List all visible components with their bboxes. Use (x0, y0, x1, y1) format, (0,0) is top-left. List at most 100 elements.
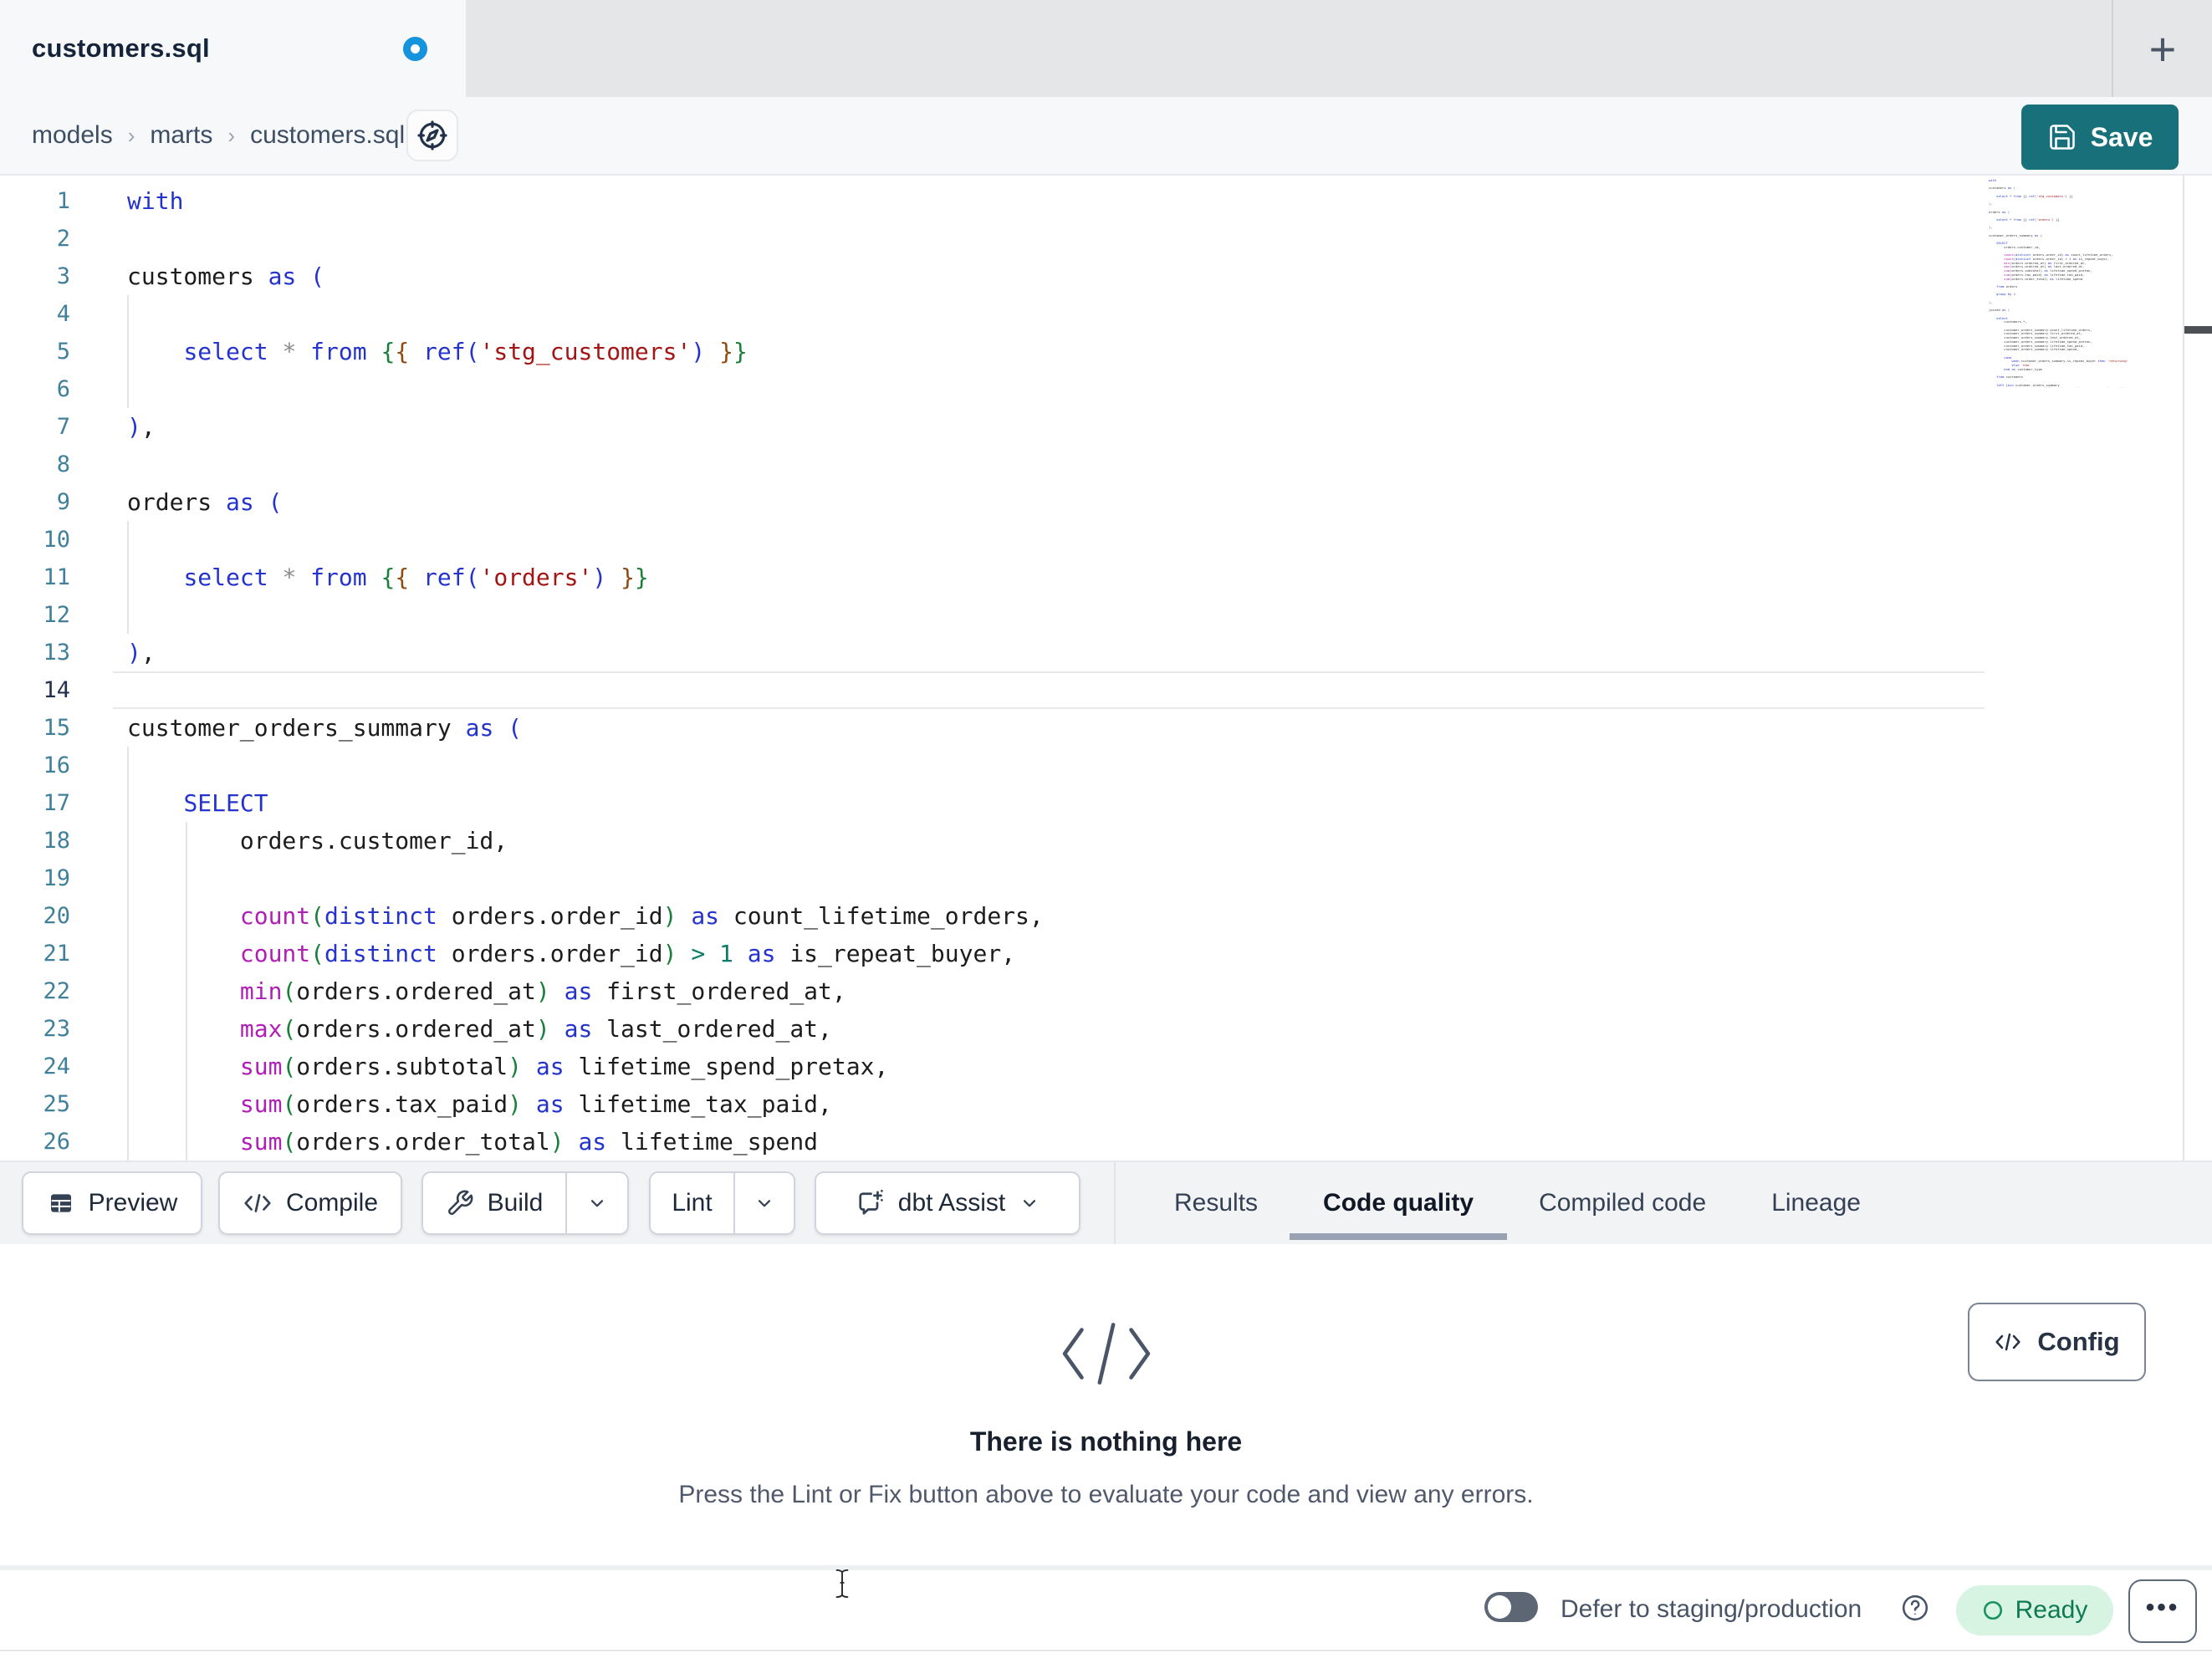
breadcrumb-marts[interactable]: marts (150, 121, 212, 150)
line-number: 16 (43, 753, 70, 778)
line-number: 17 (43, 790, 70, 816)
code-editor[interactable]: 1 with 2 3 customers as (4 5 select * from {{… (0, 176, 2212, 1161)
build-button[interactable]: Build (423, 1173, 565, 1233)
editor-line-17[interactable]: 17 SELECT (0, 784, 2212, 822)
indent-guide (186, 822, 187, 1161)
editor-minimap[interactable]: with customers as ( select * from {{ ref… (1989, 179, 2179, 388)
compass-button[interactable] (406, 110, 458, 161)
compile-button[interactable]: Compile (218, 1171, 402, 1235)
wrench-icon (447, 1190, 473, 1215)
plus-icon: + (2148, 22, 2177, 75)
panel-tabs: Results Code quality Compiled code Linea… (1174, 1162, 1861, 1244)
editor-line-20[interactable]: 20 count(distinct orders.order_id) as co… (0, 897, 2212, 935)
line-number: 24 (43, 1054, 70, 1079)
breadcrumb-row: models › marts › customers.sql Save (0, 97, 2212, 176)
editor-line-22[interactable]: 22 min(orders.ordered_at) as first_order… (0, 972, 2212, 1010)
tab-code-quality[interactable]: Code quality (1290, 1189, 1508, 1240)
editor-line-11[interactable]: 11 select * from {{ ref('orders') }} (0, 559, 2212, 596)
tab-compiled-code[interactable]: Compiled code (1539, 1189, 1706, 1217)
line-number: 15 (43, 715, 70, 741)
breadcrumb-file: customers.sql (250, 121, 406, 149)
editor-line-5[interactable]: 5 select * from {{ ref('stg_customers') … (0, 333, 2212, 370)
line-number: 7 (56, 414, 70, 440)
indent-guide (127, 747, 129, 1161)
chevron-right-icon: › (227, 122, 236, 148)
line-number: 21 (43, 941, 70, 967)
editor-line-19[interactable]: 19 (0, 860, 2212, 897)
empty-state: There is nothing here Press the Lint or … (0, 1244, 2212, 1565)
save-button[interactable]: Save (2021, 105, 2179, 170)
breadcrumb: models › marts › customers.sql (32, 97, 405, 174)
editor-line-16[interactable]: 16 (0, 747, 2212, 784)
status-badge-ready: Ready (1956, 1585, 2113, 1635)
minimap-separator (2183, 176, 2184, 1161)
line-number: 23 (43, 1016, 70, 1042)
new-tab-button[interactable]: + (2123, 7, 2203, 90)
editor-line-21[interactable]: 21 count(distinct orders.order_id) > 1 a… (0, 935, 2212, 972)
editor-line-2[interactable]: 2 (0, 220, 2212, 258)
editor-line-14[interactable]: 14 (0, 671, 2212, 709)
editor-line-18[interactable]: 18 orders.customer_id, (0, 822, 2212, 860)
tab-lineage[interactable]: Lineage (1771, 1189, 1861, 1217)
editor-line-4[interactable]: 4 (0, 295, 2212, 333)
line-number: 20 (43, 903, 70, 929)
line-number: 11 (43, 564, 70, 590)
line-number: 14 (43, 677, 70, 703)
code-icon (1995, 1333, 2020, 1351)
editor-line-6[interactable]: 6 (0, 370, 2212, 408)
line-number: 25 (43, 1091, 70, 1117)
line-number: 6 (56, 376, 70, 402)
editor-line-7[interactable]: 7), (0, 408, 2212, 446)
build-dropdown-button[interactable] (567, 1173, 627, 1233)
scroll-position-marker[interactable] (2184, 326, 2212, 334)
dbt-assist-label: dbt Assist (897, 1189, 1006, 1217)
unsaved-changes-dot-icon (403, 37, 427, 61)
ready-label: Ready (2015, 1596, 2088, 1624)
line-number: 19 (43, 865, 70, 891)
toolbar-divider (1114, 1162, 1116, 1244)
tab-bar: customers.sql + (0, 0, 2212, 97)
defer-toggle[interactable] (1484, 1592, 1538, 1622)
chevron-down-icon (590, 1200, 604, 1207)
editor-line-8[interactable]: 8 (0, 446, 2212, 483)
status-bar: Defer to staging/production Ready ••• (0, 1570, 2212, 1651)
code-icon (244, 1194, 271, 1212)
breadcrumb-models[interactable]: models (32, 121, 113, 150)
editor-line-23[interactable]: 23 max(orders.ordered_at) as last_ordere… (0, 1010, 2212, 1048)
editor-line-13[interactable]: 13), (0, 634, 2212, 671)
config-button[interactable]: Config (1968, 1303, 2146, 1381)
code-quality-panel: There is nothing here Press the Lint or … (0, 1244, 2212, 1565)
chevron-down-icon (1024, 1200, 1036, 1207)
lint-dropdown-button[interactable] (735, 1173, 794, 1233)
editor-line-9[interactable]: 9 orders as ( (0, 483, 2212, 521)
tab-results[interactable]: Results (1174, 1189, 1258, 1217)
editor-line-25[interactable]: 25 sum(orders.tax_paid) as lifetime_tax_… (0, 1085, 2212, 1123)
save-button-label: Save (2090, 121, 2153, 152)
indent-guide (127, 295, 129, 408)
file-tab-customers-sql[interactable]: customers.sql (0, 0, 466, 97)
editor-line-26[interactable]: 26 sum(orders.order_total) as lifetime_s… (0, 1123, 2212, 1161)
preview-button[interactable]: Preview (22, 1171, 202, 1235)
editor-line-24[interactable]: 24 sum(orders.subtotal) as lifetime_spen… (0, 1048, 2212, 1085)
empty-state-subtitle: Press the Lint or Fix button above to ev… (678, 1481, 1534, 1508)
editor-line-1[interactable]: 1 with (0, 182, 2212, 220)
text-cursor-pointer (835, 1569, 849, 1599)
editor-line-15[interactable]: 15 customer_orders_summary as ( (0, 709, 2212, 747)
dbt-assist-button[interactable]: dbt Assist (815, 1171, 1080, 1235)
code-slash-icon (1062, 1323, 1150, 1385)
tab-bar-divider (2112, 0, 2113, 97)
defer-label: Defer to staging/production (1561, 1595, 1862, 1623)
editor-line-10[interactable]: 10 (0, 521, 2212, 559)
question-circle-icon[interactable] (1900, 1593, 1930, 1623)
more-options-button[interactable]: ••• (2128, 1579, 2197, 1643)
config-button-label: Config (2037, 1327, 2120, 1356)
editor-line-12[interactable]: 12 (0, 596, 2212, 634)
line-number: 22 (43, 978, 70, 1004)
editor-line-3[interactable]: 3 customers as ( (0, 258, 2212, 295)
line-number: 1 (56, 188, 70, 214)
empty-state-title: There is nothing here (969, 1426, 1243, 1457)
table-icon (50, 1194, 71, 1212)
indent-guide (127, 521, 129, 634)
lint-button[interactable]: Lint (651, 1173, 733, 1233)
line-number: 13 (43, 640, 70, 666)
